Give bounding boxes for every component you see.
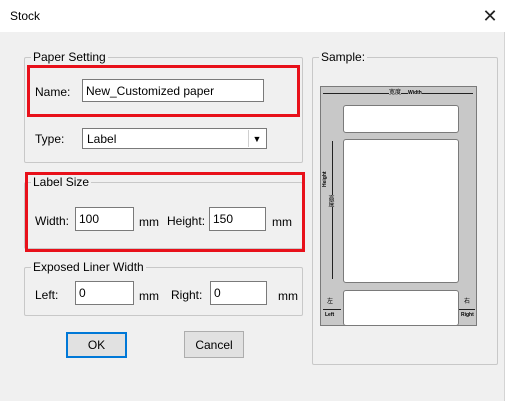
name-highlight-box <box>27 65 300 117</box>
liner-legend: Exposed Liner Width <box>31 260 146 274</box>
left-liner-line <box>323 309 341 310</box>
left-unit: mm <box>139 289 159 303</box>
width-label: Width: <box>35 214 70 228</box>
sample-label-top <box>343 105 459 133</box>
sample-right-en: Right <box>461 312 474 318</box>
close-icon: ✕ <box>482 5 498 26</box>
left-input[interactable] <box>75 281 134 305</box>
cancel-button[interactable]: Cancel <box>184 331 244 358</box>
width-input[interactable] <box>75 207 134 231</box>
height-unit: mm <box>272 215 292 229</box>
close-button[interactable]: ✕ <box>467 0 513 32</box>
height-input[interactable] <box>209 207 266 231</box>
sample-height-en: Height <box>322 171 328 187</box>
sample-label-main <box>343 139 459 283</box>
right-input[interactable] <box>210 281 267 305</box>
type-label: Type: <box>35 132 65 146</box>
chevron-down-icon[interactable]: ▼ <box>248 130 265 147</box>
sample-width-cn: 宽度 <box>389 90 402 96</box>
paper-setting-legend: Paper Setting <box>31 50 108 64</box>
height-label: Height: <box>167 214 206 228</box>
right-label: Right: <box>171 288 203 302</box>
height-dimension-line <box>332 141 333 279</box>
right-unit: mm <box>278 289 298 303</box>
sample-height-cn: 高度 <box>327 195 333 207</box>
sample-width-en: Width <box>408 90 422 96</box>
window-edge <box>504 32 513 401</box>
width-unit: mm <box>139 215 159 229</box>
sample-legend: Sample: <box>319 50 368 64</box>
window-title: Stock <box>10 9 41 23</box>
sample-right-cn: 右 <box>464 299 471 305</box>
right-liner-line <box>459 309 475 310</box>
type-select[interactable]: Label ▼ <box>82 128 267 149</box>
sample-label-bottom <box>343 290 459 326</box>
sample-preview: 宽度 Width Height 高度 左 Left 右 Right <box>320 86 477 326</box>
sample-left-en: Left <box>325 312 335 318</box>
sample-left-cn: 左 <box>327 299 334 305</box>
left-label: Left: <box>35 288 59 302</box>
type-select-value: Label <box>87 132 117 146</box>
ok-button[interactable]: OK <box>66 332 127 358</box>
title-bar: Stock ✕ <box>0 0 513 32</box>
